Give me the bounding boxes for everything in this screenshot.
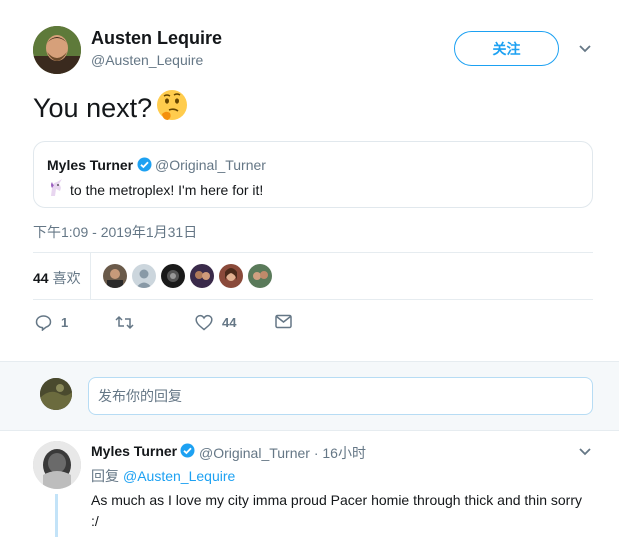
author-name[interactable]: Austen Lequire — [91, 28, 222, 49]
reply-author-handle-time[interactable]: @Original_Turner · 16小时 — [199, 443, 366, 463]
thinking-face-icon — [155, 88, 189, 129]
quoted-author-handle[interactable]: @Original_Turner — [155, 157, 266, 173]
replying-to: 回复 @Austen_Lequire — [91, 466, 235, 486]
like-count: 44 — [222, 315, 237, 330]
likes-count: 44 — [33, 270, 49, 286]
liker-avatar[interactable] — [219, 264, 243, 288]
replying-to-label: 回复 — [91, 468, 119, 484]
direct-message-action[interactable] — [275, 314, 292, 329]
envelope-icon — [275, 314, 292, 329]
likes-summary[interactable]: 44 喜欢 — [33, 268, 81, 288]
tweet-timestamp[interactable]: 下午1:09 - 2019年1月31日 — [33, 222, 197, 242]
divider — [90, 252, 91, 299]
reply-icon — [35, 315, 52, 331]
author-handle[interactable]: @Austen_Lequire — [91, 52, 203, 68]
follow-button[interactable]: 关注 — [454, 31, 559, 66]
liker-avatar[interactable] — [103, 264, 127, 288]
divider — [33, 299, 593, 300]
retweet-action[interactable] — [115, 314, 143, 331]
quoted-tweet-text: to the metroplex! I'm here for it! — [47, 179, 263, 200]
current-user-avatar[interactable] — [40, 378, 72, 410]
chevron-down-icon[interactable] — [578, 445, 592, 459]
quoted-tweet-text-body: to the metroplex! I'm here for it! — [70, 181, 264, 198]
reply-author-name[interactable]: Myles Turner — [91, 443, 177, 459]
liker-avatar[interactable] — [248, 264, 272, 288]
tweet-text-body: You next? — [33, 93, 153, 123]
quoted-author-name[interactable]: Myles Turner — [47, 157, 133, 173]
retweet-icon — [115, 315, 134, 330]
liker-avatar-default[interactable] — [132, 264, 156, 288]
likes-label: 喜欢 — [52, 270, 81, 286]
heart-icon — [195, 314, 213, 331]
reply-action[interactable]: 1 — [35, 314, 68, 331]
author-avatar[interactable] — [33, 26, 81, 74]
quoted-tweet-card[interactable]: Myles Turner @Original_Turner to the met… — [33, 141, 593, 208]
reply-input[interactable]: 发布你的回复 — [88, 377, 593, 415]
tweet-text: You next? — [33, 88, 189, 129]
chevron-down-icon[interactable] — [578, 42, 592, 56]
replying-to-mention[interactable]: @Austen_Lequire — [123, 468, 235, 484]
reply-count: 1 — [61, 315, 69, 330]
liker-avatar[interactable] — [190, 264, 214, 288]
reply-author-avatar[interactable] — [33, 441, 81, 489]
liker-avatar[interactable] — [161, 264, 185, 288]
divider — [33, 252, 593, 253]
like-action[interactable]: 44 — [195, 314, 236, 331]
unicorn-icon — [47, 179, 65, 200]
reply-text: As much as I love my city imma proud Pac… — [91, 492, 582, 529]
verified-badge-icon — [180, 443, 195, 458]
verified-badge-icon — [137, 157, 152, 172]
thread-line — [55, 494, 58, 537]
